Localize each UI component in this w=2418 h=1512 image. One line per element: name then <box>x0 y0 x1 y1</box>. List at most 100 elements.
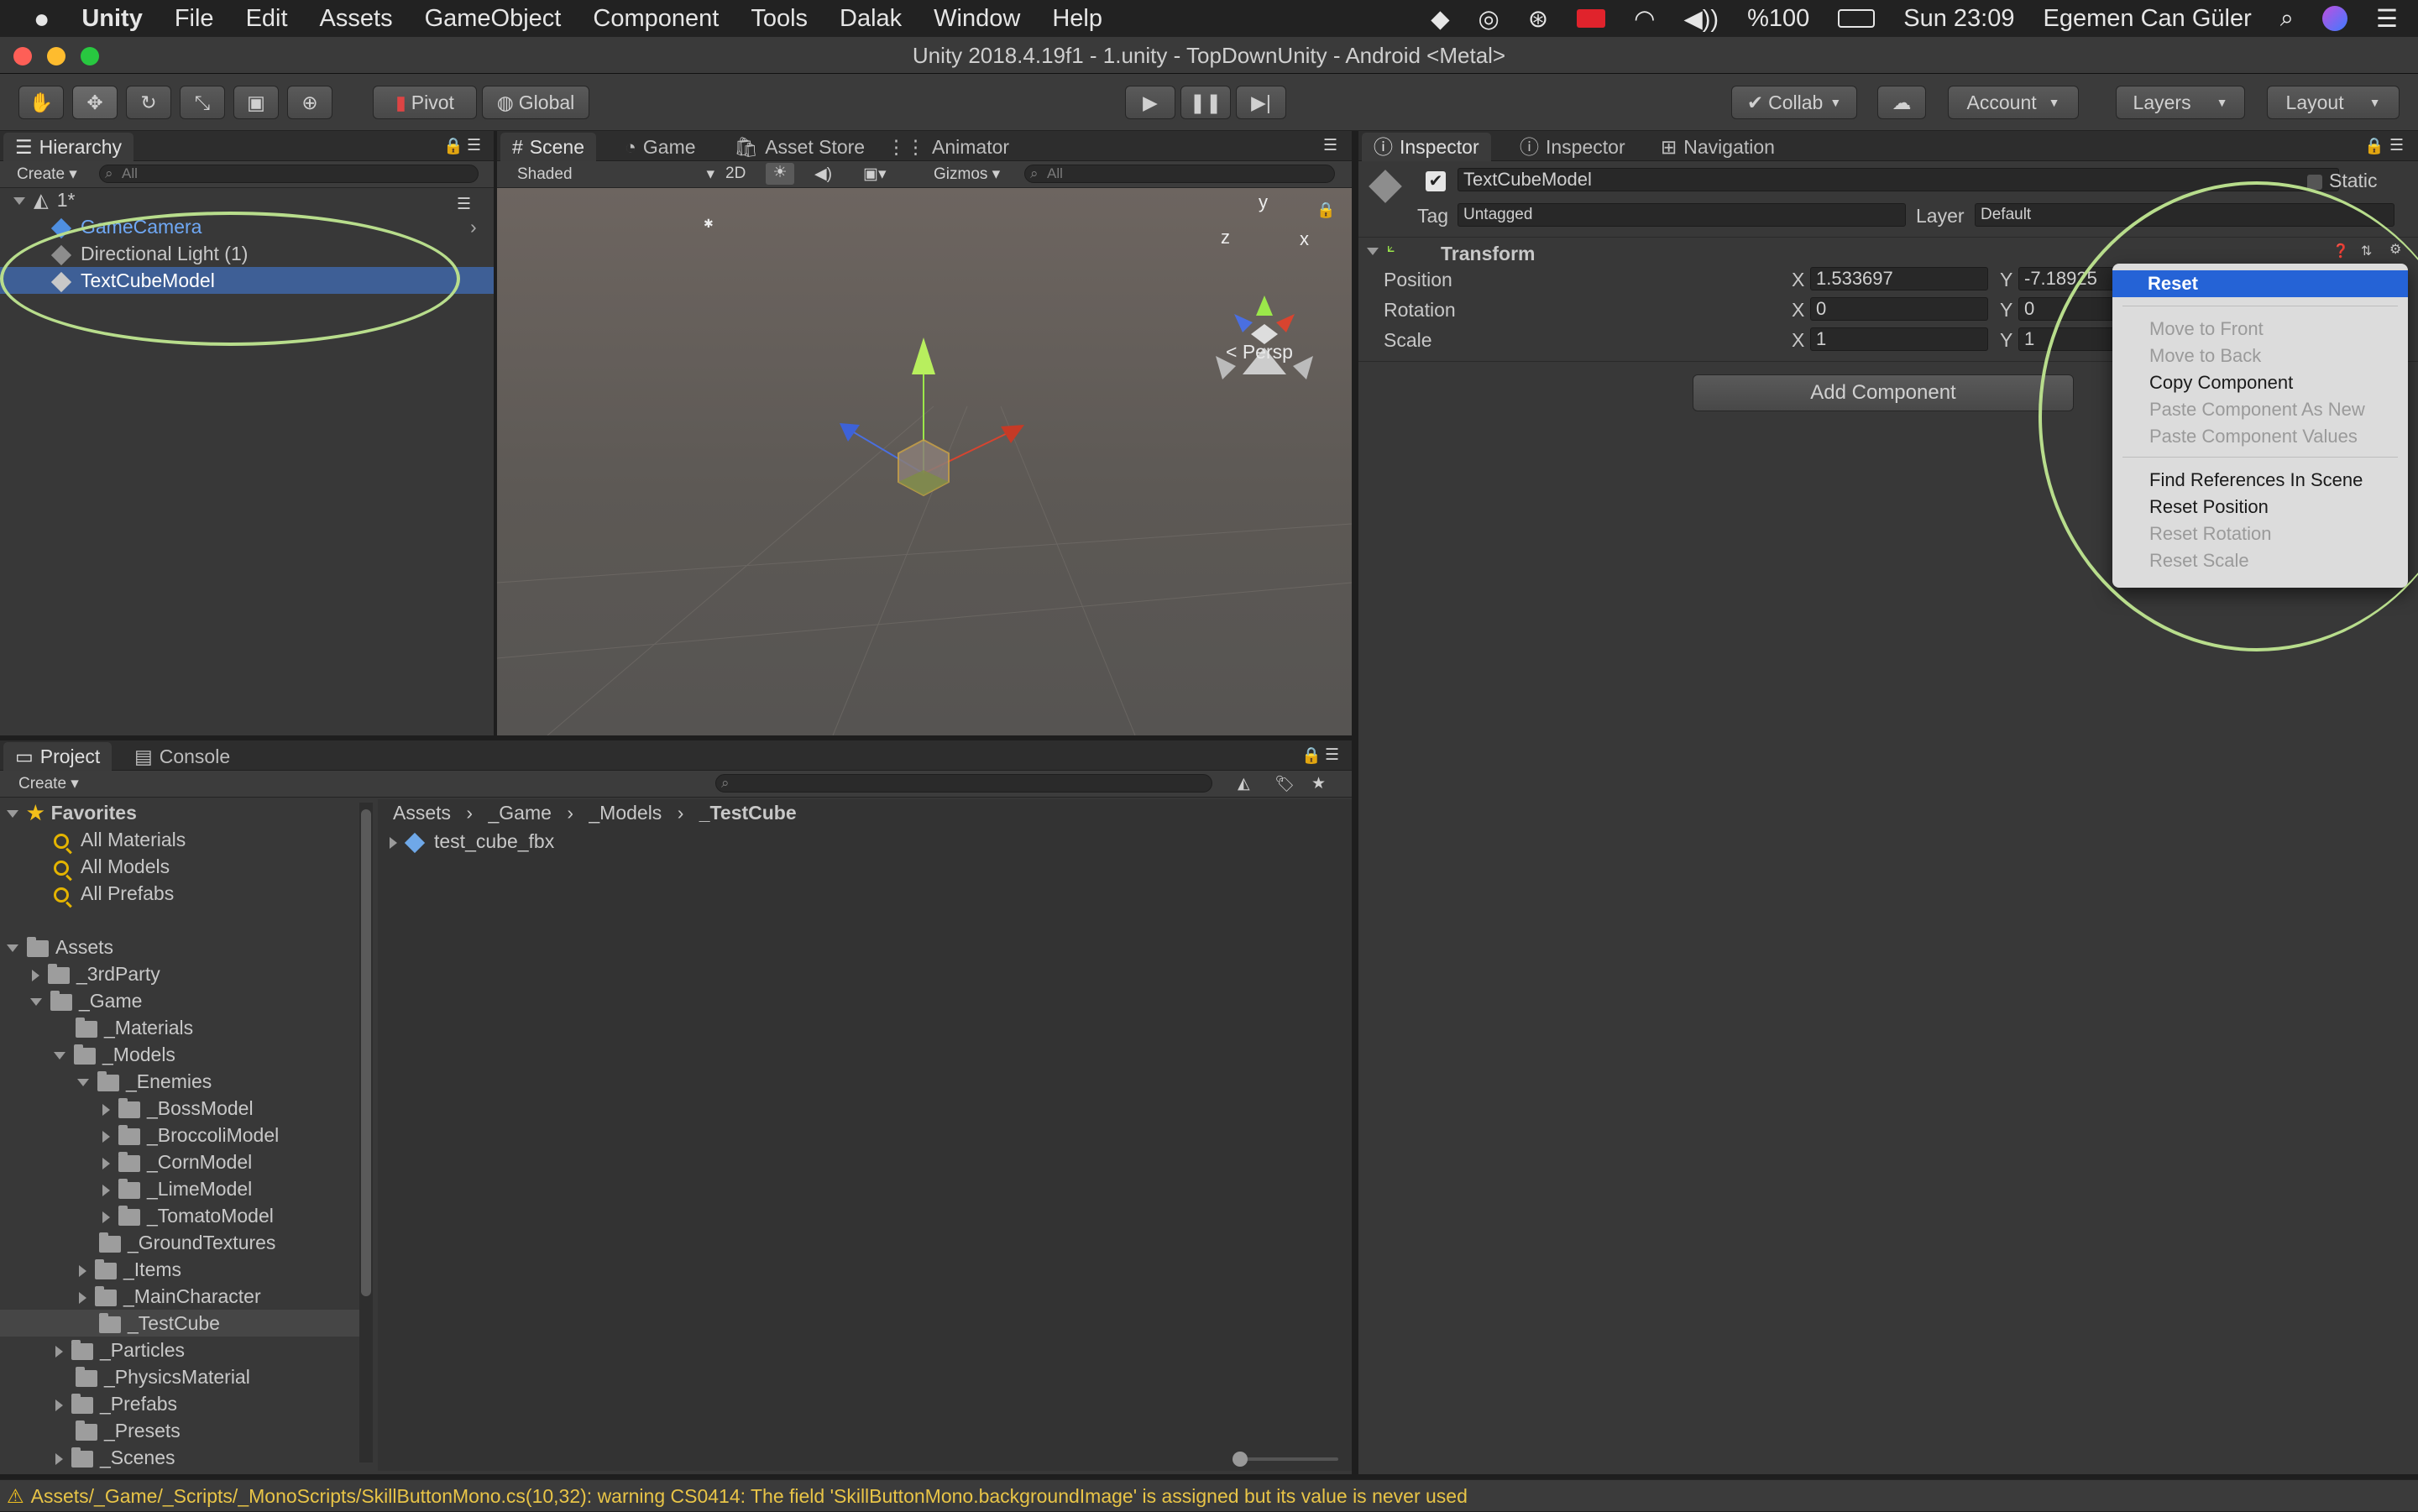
global-toggle[interactable]: ◍ Global <box>482 86 589 119</box>
object-name-field[interactable]: TextCubeModel <box>1458 168 2339 191</box>
expand-arrow-icon[interactable] <box>55 1345 63 1358</box>
rect-tool-button[interactable]: ▣ <box>233 86 279 119</box>
expand-arrow-icon[interactable] <box>55 1452 63 1465</box>
rotation-y-label[interactable]: Y <box>2000 299 2012 322</box>
scale-x-field[interactable]: 1 <box>1810 327 1988 351</box>
menu-item-move-to-front[interactable]: Move to Front <box>2112 316 2408 343</box>
collapse-arrow-icon[interactable] <box>7 810 18 819</box>
tab-project[interactable]: ▭ Project <box>3 742 113 771</box>
scene-search-input[interactable]: ⌕ All <box>1024 165 1335 183</box>
tree-scrollbar[interactable] <box>359 803 373 1462</box>
tree-item[interactable]: _Presets <box>0 1417 181 1444</box>
collapse-arrow-icon[interactable] <box>77 1079 89 1087</box>
filter-by-label-icon[interactable]: 🏷 <box>1274 774 1295 794</box>
filter-by-type-icon[interactable]: ◭ <box>1238 774 1250 793</box>
tree-item[interactable]: _PhysicsMaterial <box>0 1363 250 1390</box>
menu-item-reset-position[interactable]: Reset Position <box>2112 494 2408 521</box>
gizmo-axis-x-label[interactable]: x <box>1300 228 1309 250</box>
breadcrumb-item[interactable]: _Models <box>589 802 662 824</box>
menu-item-reset-scale[interactable]: Reset Scale <box>2112 547 2408 574</box>
tree-item-selected[interactable]: _TestCube <box>0 1310 361 1337</box>
scene-lock-icon[interactable]: 🔒 <box>1316 201 1335 219</box>
minimize-window-button[interactable] <box>47 47 65 65</box>
tree-item[interactable]: _Prefabs <box>0 1390 177 1417</box>
audio-toggle-icon[interactable]: ◀) <box>814 165 832 184</box>
expand-arrow-icon[interactable] <box>102 1130 110 1143</box>
tree-item[interactable]: _CornModel <box>0 1148 252 1175</box>
transform-tool-button[interactable]: ⊕ <box>287 86 332 119</box>
tree-item[interactable]: _Particles <box>0 1337 185 1363</box>
tree-item[interactable]: _3rdParty <box>0 960 160 987</box>
gear-icon[interactable]: ⚙ <box>2389 241 2401 258</box>
panel-menu-icon[interactable]: ☰ <box>1325 746 1339 765</box>
step-button[interactable]: ▶| <box>1236 86 1286 119</box>
notification-center-icon[interactable]: ☰ <box>2376 4 2398 34</box>
thumbnail-size-slider[interactable] <box>1233 1452 1338 1467</box>
tab-scene[interactable]: # Scene <box>500 133 597 161</box>
scene-viewport[interactable]: y z x 🔒 ✱ < Persp <box>497 188 1352 735</box>
layers-dropdown[interactable]: Layers ▼ <box>2116 86 2245 119</box>
favorite-item[interactable]: All Materials <box>0 826 186 853</box>
position-x-field[interactable]: 1.533697 <box>1810 267 1988 290</box>
menu-item-paste-component-values[interactable]: Paste Component Values <box>2112 423 2408 450</box>
lighting-toggle-icon[interactable]: ☀ <box>766 163 794 185</box>
rotation-x-field[interactable]: 0 <box>1810 297 1988 321</box>
add-component-button[interactable]: Add Component <box>1693 374 2074 411</box>
assets-root[interactable]: Assets <box>0 934 113 960</box>
menu-window[interactable]: Window <box>934 5 1020 33</box>
siri-icon[interactable] <box>2322 6 2347 31</box>
menu-item-find-references[interactable]: Find References In Scene <box>2112 467 2408 494</box>
help-icon[interactable]: ❓ <box>2332 243 2349 259</box>
spotlight-search-icon[interactable]: ⌕ <box>2280 5 2294 33</box>
expand-arrow-icon[interactable] <box>102 1157 110 1169</box>
tree-item[interactable]: _Scenes <box>0 1444 175 1471</box>
close-window-button[interactable] <box>13 47 32 65</box>
menu-item-reset-rotation[interactable]: Reset Rotation <box>2112 521 2408 547</box>
expand-arrow-icon[interactable] <box>390 836 397 849</box>
tree-item[interactable]: _MainCharacter <box>0 1283 261 1310</box>
position-y-label[interactable]: Y <box>2000 269 2012 291</box>
menu-edit[interactable]: Edit <box>246 5 288 33</box>
2d-toggle[interactable]: 2D <box>725 165 746 183</box>
menu-assets[interactable]: Assets <box>320 5 393 33</box>
lock-icon[interactable]: 🔒 <box>443 136 463 156</box>
expand-arrow-icon[interactable] <box>55 1399 63 1411</box>
perspective-toggle[interactable]: < Persp <box>1226 341 1293 364</box>
menu-app-name[interactable]: Unity <box>81 5 143 33</box>
clock[interactable]: Sun 23:09 <box>1903 5 2014 33</box>
tree-item[interactable]: _Enemies <box>0 1068 212 1095</box>
expand-arrow-icon[interactable] <box>102 1211 110 1223</box>
panel-menu-icon[interactable]: ☰ <box>1323 136 1337 155</box>
hierarchy-create-dropdown[interactable]: Create ▾ <box>17 165 77 184</box>
project-search-input[interactable]: ⌕ <box>715 774 1212 793</box>
wifi-icon[interactable]: ◠ <box>1634 4 1655 34</box>
expand-arrow-icon[interactable] <box>102 1184 110 1196</box>
hand-tool-button[interactable]: ✋ <box>18 86 64 119</box>
collapse-arrow-icon[interactable] <box>1367 248 1379 255</box>
chevron-right-icon[interactable]: › <box>470 213 477 240</box>
layout-dropdown[interactable]: Layout ▼ <box>2267 86 2400 119</box>
collapse-arrow-icon[interactable] <box>13 197 25 206</box>
breadcrumb-item[interactable]: _Game <box>488 802 551 824</box>
tab-navigation[interactable]: ⊞ Navigation <box>1649 133 1787 161</box>
hierarchy-item-directional-light[interactable]: Directional Light (1) <box>0 240 494 267</box>
battery-percent[interactable]: %100 <box>1747 5 1809 33</box>
breadcrumb-item[interactable]: Assets <box>393 802 451 824</box>
battery-icon[interactable] <box>1838 9 1876 28</box>
user-name[interactable]: Egemen Can Güler <box>2044 5 2252 33</box>
lock-icon[interactable]: 🔒 <box>1301 746 1322 766</box>
collapse-arrow-icon[interactable] <box>7 944 18 953</box>
gizmos-dropdown[interactable]: Gizmos ▾ <box>934 165 1000 184</box>
tab-asset-store[interactable]: 🛍 Asset Store <box>722 133 877 161</box>
hierarchy-search-input[interactable]: ⌕ All <box>99 165 479 183</box>
scale-y-label[interactable]: Y <box>2000 329 2012 352</box>
tab-animator[interactable]: ⋮⋮ Animator <box>875 133 1021 161</box>
menu-gameobject[interactable]: GameObject <box>425 5 562 33</box>
dropbox-icon[interactable]: ◆ <box>1431 4 1449 34</box>
menu-component[interactable]: Component <box>593 5 719 33</box>
shading-mode-dropdown[interactable]: Shaded ▾ <box>517 165 714 184</box>
collapse-arrow-icon[interactable] <box>30 998 42 1007</box>
tree-item[interactable]: _Models <box>0 1041 175 1068</box>
tree-item[interactable]: _TomatoModel <box>0 1202 274 1229</box>
expand-arrow-icon[interactable] <box>32 969 39 981</box>
